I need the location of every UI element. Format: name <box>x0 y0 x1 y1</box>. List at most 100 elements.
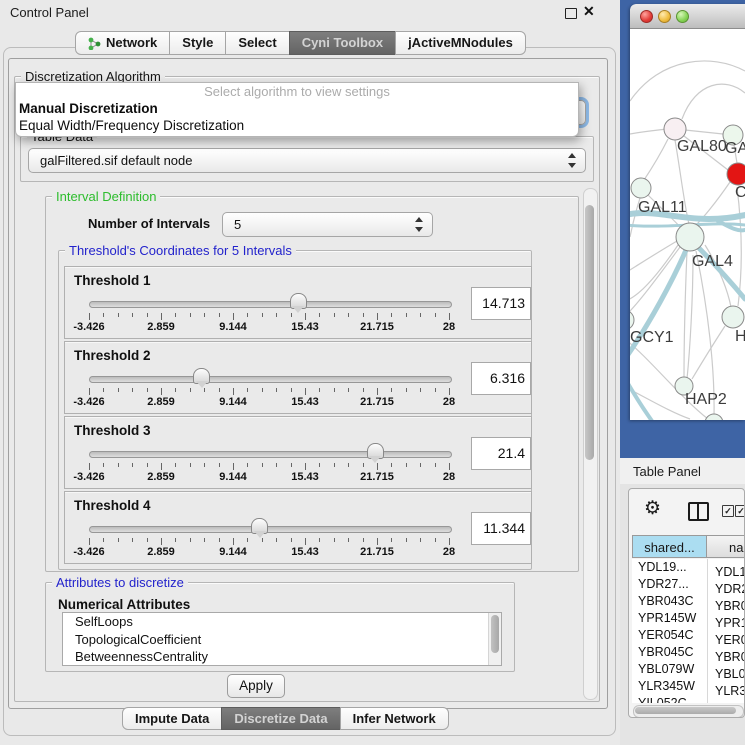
number-of-intervals-label: Number of Intervals <box>88 216 210 231</box>
table-data-combobox[interactable]: galFiltered.sif default node <box>28 148 586 173</box>
main-vertical-scrollbar[interactable] <box>583 188 598 700</box>
attributes-group-title: Attributes to discretize <box>52 575 188 590</box>
slider-ticks <box>89 388 450 396</box>
network-edge[interactable] <box>692 326 725 379</box>
network-node-gal11[interactable] <box>631 178 651 198</box>
table-row[interactable]: YBR043CYBR0 <box>632 593 745 610</box>
column-header-name[interactable]: na <box>707 535 745 558</box>
minimize-traffic-light[interactable] <box>658 10 671 23</box>
threshold-slider-track[interactable] <box>89 376 452 383</box>
network-node-c[interactable] <box>727 163 745 185</box>
attribute-list-item[interactable]: BetweennessCentrality <box>63 648 501 666</box>
network-edge-thick[interactable] <box>630 373 652 420</box>
threshold-slider-track[interactable] <box>89 301 452 308</box>
threshold-label: Threshold 1 <box>74 273 151 288</box>
column-header-shared-name[interactable]: shared... <box>632 535 707 558</box>
dropdown-item[interactable]: Equal Width/Frequency Discretization <box>16 117 578 134</box>
table-row[interactable]: YLR345WYLR3 <box>632 678 745 695</box>
dropdown-placeholder-item[interactable]: Select algorithm to view settings <box>16 83 578 100</box>
network-edge[interactable] <box>630 245 678 301</box>
threshold-panel: Threshold 1-3.4262.8599.14415.4321.71528… <box>64 266 532 339</box>
table-data-selected-value: galFiltered.sif default node <box>29 149 585 172</box>
control-panel: Control Panel ✕ Network StyleSelectCyni T… <box>0 0 620 745</box>
network-edge[interactable] <box>682 84 745 119</box>
tab-select[interactable]: Select <box>225 31 289 55</box>
table-row[interactable]: YBL079WYBL0 <box>632 661 745 678</box>
slider-scale-labels: -3.4262.8599.14415.4321.71528 <box>89 546 450 558</box>
close-traffic-light[interactable] <box>640 10 653 23</box>
table-row[interactable]: YIL052CYIL0 <box>632 695 745 703</box>
close-icon[interactable]: ✕ <box>583 3 595 20</box>
threshold-value-field[interactable]: 6.316 <box>471 362 531 395</box>
threshold-slider-thumb[interactable] <box>193 368 210 384</box>
network-node-gal80[interactable] <box>664 118 686 140</box>
table-row[interactable]: YDL19...YDL1 <box>632 559 745 576</box>
tab-discretize-data[interactable]: Discretize Data <box>221 707 340 730</box>
top-tab-bar: Network StyleSelectCyni Toolbox jActiveMNo… <box>75 31 526 55</box>
scrollbar-thumb[interactable] <box>585 205 594 460</box>
attribute-list-item[interactable]: SelfLoops <box>63 613 501 631</box>
table-horizontal-scrollbar[interactable] <box>633 705 744 718</box>
number-of-intervals-spinner[interactable]: 5 <box>222 212 433 237</box>
apply-button[interactable]: Apply <box>227 674 285 698</box>
cell-shared-name: YBR045C <box>632 644 707 661</box>
threshold-slider-track[interactable] <box>89 526 452 533</box>
tab-style[interactable]: Style <box>169 31 226 55</box>
network-window-titlebar[interactable] <box>630 4 745 29</box>
tab-label: jActiveMNodules <box>408 32 513 54</box>
panel-title: Control Panel <box>10 5 89 20</box>
network-node-gcy1[interactable] <box>630 310 634 330</box>
network-edge[interactable] <box>630 129 666 134</box>
network-canvas[interactable]: GAL80GACGAL11GAL4GCY1HHAP2 <box>630 29 745 420</box>
network-edge[interactable] <box>684 251 687 378</box>
attributes-list-scrollbar[interactable] <box>488 613 501 665</box>
tab-label: Network <box>106 32 157 54</box>
column-layout-icon[interactable] <box>688 502 709 521</box>
zoom-traffic-light[interactable] <box>676 10 689 23</box>
tab-jactivemnodules[interactable]: jActiveMNodules <box>395 31 526 55</box>
tab-network[interactable]: Network <box>75 31 170 55</box>
threshold-slider-thumb[interactable] <box>290 293 307 309</box>
network-node-gal4[interactable] <box>676 223 704 251</box>
attribute-list-item[interactable]: TopologicalCoefficient <box>63 631 501 649</box>
dropdown-item[interactable]: Manual Discretization <box>16 100 578 117</box>
table-row[interactable]: YBR045CYBR0 <box>632 644 745 661</box>
threshold-label: Threshold 3 <box>74 423 151 438</box>
network-edge[interactable] <box>630 61 745 101</box>
threshold-slider-thumb[interactable] <box>251 518 268 534</box>
float-window-icon[interactable] <box>565 8 577 19</box>
network-edge[interactable] <box>644 139 668 180</box>
table-row[interactable]: YDR27...YDR2 <box>632 576 745 593</box>
cell-shared-name: YBR043C <box>632 593 707 610</box>
threshold-slider-track[interactable] <box>89 451 452 458</box>
scrollbar-thumb[interactable] <box>491 615 499 653</box>
tab-label: Discretize Data <box>234 708 327 730</box>
numerical-attributes-heading: Numerical Attributes <box>58 597 190 612</box>
network-node[interactable] <box>705 414 723 420</box>
network-edge[interactable] <box>687 255 693 379</box>
tab-label: Impute Data <box>135 708 209 730</box>
network-edge[interactable] <box>685 130 723 134</box>
tab-cyni-toolbox[interactable]: Cyni Toolbox <box>289 31 396 55</box>
checkbox-icon[interactable]: ✓ <box>735 505 745 517</box>
threshold-value-field[interactable]: 21.4 <box>471 437 531 470</box>
network-node-h[interactable] <box>722 306 744 328</box>
scrollbar-thumb[interactable] <box>635 707 736 714</box>
threshold-slider-thumb[interactable] <box>367 443 384 459</box>
checkbox-icon[interactable]: ✓ <box>722 505 734 517</box>
tab-impute-data[interactable]: Impute Data <box>122 707 222 730</box>
cell-shared-name: YDR27... <box>632 576 707 593</box>
slider-ticks <box>89 463 450 471</box>
table-header-row: shared... na <box>632 535 745 558</box>
threshold-value-field[interactable]: 11.344 <box>471 512 531 545</box>
node-label: C <box>735 184 745 201</box>
cell-shared-name: YPR145W <box>632 610 707 627</box>
table-panel-titlebar: Table Panel <box>620 458 745 485</box>
tab-label: Infer Network <box>353 708 436 730</box>
table-row[interactable]: YER054CYER0 <box>632 627 745 644</box>
threshold-value-field[interactable]: 14.713 <box>471 287 531 320</box>
node-label: GAL4 <box>692 253 733 270</box>
tab-infer-network[interactable]: Infer Network <box>340 707 449 730</box>
table-row[interactable]: YPR145WYPR1 <box>632 610 745 627</box>
settings-gear-icon[interactable]: ⚙ <box>644 499 661 518</box>
